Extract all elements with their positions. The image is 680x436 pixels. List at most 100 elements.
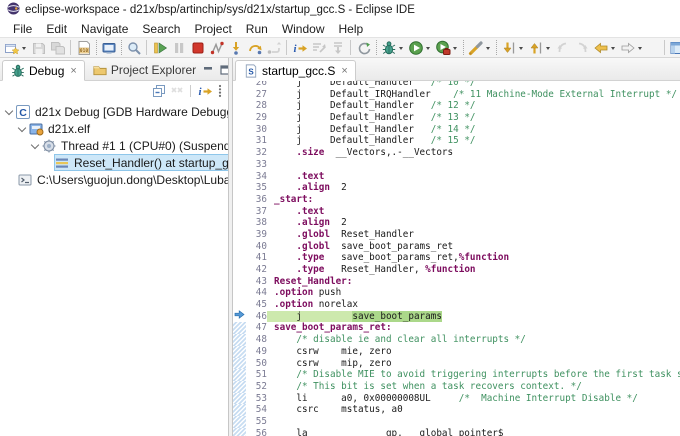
annotation-ruler[interactable] bbox=[233, 229, 246, 241]
code-text[interactable]: .globl save_boot_params_ret bbox=[267, 241, 453, 253]
annotation-ruler[interactable] bbox=[233, 404, 246, 416]
tree-item[interactable]: Reset_Handler() at startup_gcc.S: bbox=[0, 154, 228, 171]
code-line-36[interactable]: 36_start: bbox=[233, 194, 680, 206]
debug-perspective-button[interactable] bbox=[668, 38, 680, 57]
line-number[interactable]: 52 bbox=[246, 381, 267, 393]
code-text[interactable]: Reset_Handler: bbox=[267, 276, 352, 288]
resume-button[interactable] bbox=[150, 38, 169, 57]
annotation-ruler[interactable] bbox=[233, 252, 246, 264]
code-text[interactable]: .text bbox=[267, 206, 324, 218]
annotation-ruler[interactable] bbox=[233, 311, 246, 323]
code-area[interactable]: 26 j Default_Handler /* 10 */27 j Defaul… bbox=[233, 81, 680, 436]
line-number[interactable]: 29 bbox=[246, 112, 267, 124]
code-text[interactable]: _start: bbox=[267, 194, 313, 206]
line-number[interactable]: 37 bbox=[246, 206, 267, 218]
code-line-40[interactable]: 40 .globl save_boot_params_ret bbox=[233, 241, 680, 253]
expander-chevron-icon[interactable] bbox=[17, 123, 28, 134]
line-number[interactable]: 50 bbox=[246, 358, 267, 370]
tree-item[interactable]: Thread #1 1 (CPU#0) (Suspended : bbox=[0, 137, 228, 154]
annotation-ruler[interactable] bbox=[233, 334, 246, 346]
line-number[interactable]: 42 bbox=[246, 264, 267, 276]
maximize-button[interactable] bbox=[220, 65, 229, 75]
code-text[interactable]: csrc mstatus, a0 bbox=[267, 404, 403, 416]
code-text[interactable]: csrw mip, zero bbox=[267, 358, 392, 370]
line-number[interactable]: 48 bbox=[246, 334, 267, 346]
dropdown-arrow-icon[interactable] bbox=[426, 47, 430, 50]
tab-startup_gcc.S[interactable]: Sstartup_gcc.S× bbox=[235, 60, 356, 81]
code-line-39[interactable]: 39 .globl Reset_Handler bbox=[233, 229, 680, 241]
tab-project-explorer[interactable]: Project Explorer bbox=[85, 59, 203, 80]
code-line-37[interactable]: 37 .text bbox=[233, 206, 680, 218]
external-tools-button[interactable] bbox=[433, 38, 460, 57]
code-line-26[interactable]: 26 j Default_Handler /* 10 */ bbox=[233, 81, 680, 89]
code-text[interactable]: .text bbox=[267, 171, 324, 183]
collapse-all-button[interactable] bbox=[152, 84, 166, 98]
code-text[interactable]: .option norelax bbox=[267, 299, 358, 311]
code-line-45[interactable]: 45.option norelax bbox=[233, 299, 680, 311]
annotation-ruler[interactable] bbox=[233, 217, 246, 229]
annotation-ruler[interactable] bbox=[233, 182, 246, 194]
annotation-ruler[interactable] bbox=[233, 194, 246, 206]
line-number[interactable]: 34 bbox=[246, 171, 267, 183]
line-number[interactable]: 38 bbox=[246, 217, 267, 229]
menu-window[interactable]: Window bbox=[275, 22, 332, 36]
code-text[interactable]: .type save_boot_params_ret,%function bbox=[267, 252, 509, 264]
back-button[interactable] bbox=[591, 38, 618, 57]
line-number[interactable]: 45 bbox=[246, 299, 267, 311]
dropdown-arrow-icon[interactable] bbox=[519, 47, 523, 50]
dropdown-arrow-icon[interactable] bbox=[638, 47, 642, 50]
annotation-ruler[interactable] bbox=[233, 112, 246, 124]
annotation-ruler[interactable] bbox=[233, 264, 246, 276]
dropdown-arrow-icon[interactable] bbox=[399, 47, 403, 50]
tree-item[interactable]: d21x.elf bbox=[0, 120, 228, 137]
annotation-ruler[interactable] bbox=[233, 124, 246, 136]
tree-item[interactable]: Cd21x Debug [GDB Hardware Debugging] bbox=[0, 103, 228, 120]
step-into-button[interactable] bbox=[226, 38, 245, 57]
code-text[interactable]: li a0, 0x00000008UL /* Machine Interrupt… bbox=[267, 393, 638, 405]
line-number[interactable]: 27 bbox=[246, 89, 267, 101]
code-line-28[interactable]: 28 j Default_Handler /* 12 */ bbox=[233, 100, 680, 112]
code-text[interactable]: .globl Reset_Handler bbox=[267, 229, 414, 241]
annotation-ruler[interactable] bbox=[233, 89, 246, 101]
code-line-29[interactable]: 29 j Default_Handler /* 13 */ bbox=[233, 112, 680, 124]
annotation-ruler[interactable] bbox=[233, 393, 246, 405]
line-number[interactable]: 36 bbox=[246, 194, 267, 206]
search-button[interactable] bbox=[124, 38, 143, 57]
tree-item[interactable]: C:\Users\guojun.dong\Desktop\Luban bbox=[0, 171, 228, 188]
code-line-42[interactable]: 42 .type Reset_Handler, %function bbox=[233, 264, 680, 276]
code-text[interactable]: /* Disable MIE to avoid triggering inter… bbox=[267, 369, 680, 381]
menu-navigate[interactable]: Navigate bbox=[74, 22, 135, 36]
menu-search[interactable]: Search bbox=[135, 22, 187, 36]
code-line-56[interactable]: 56 la gp, __global_pointer$ bbox=[233, 428, 680, 436]
line-number[interactable]: 28 bbox=[246, 100, 267, 112]
annotation-ruler[interactable] bbox=[233, 276, 246, 288]
expander-chevron-icon[interactable] bbox=[4, 106, 15, 117]
code-text[interactable]: .size __Vectors,.-__Vectors bbox=[267, 147, 453, 159]
disconnect-button[interactable] bbox=[207, 38, 226, 57]
code-text[interactable]: j Default_Handler /* 15 */ bbox=[267, 135, 476, 147]
line-number[interactable]: 43 bbox=[246, 276, 267, 288]
code-line-53[interactable]: 53 li a0, 0x00000008UL /* Machine Interr… bbox=[233, 393, 680, 405]
code-text[interactable] bbox=[267, 416, 274, 428]
annotation-ruler[interactable] bbox=[233, 159, 246, 171]
terminate-button[interactable] bbox=[188, 38, 207, 57]
code-text[interactable]: .align 2 bbox=[267, 217, 347, 229]
code-text[interactable]: /* This bit is set when a task recovers … bbox=[267, 381, 582, 393]
code-text[interactable]: j Default_IRQHandler /* 11 Machine-Mode … bbox=[267, 89, 677, 101]
code-line-54[interactable]: 54 csrc mstatus, a0 bbox=[233, 404, 680, 416]
expander-chevron-icon[interactable] bbox=[30, 140, 41, 151]
annotation-ruler[interactable] bbox=[233, 322, 246, 334]
annotation-ruler[interactable] bbox=[233, 369, 246, 381]
annotation-ruler[interactable] bbox=[233, 171, 246, 183]
code-text[interactable]: .option push bbox=[267, 287, 341, 299]
instruction-stepping-button[interactable]: i bbox=[290, 38, 309, 57]
next-annotation-button[interactable] bbox=[499, 38, 526, 57]
new-button[interactable] bbox=[2, 38, 29, 57]
code-line-27[interactable]: 27 j Default_IRQHandler /* 11 Machine-Mo… bbox=[233, 89, 680, 101]
line-number[interactable]: 56 bbox=[246, 428, 267, 436]
code-line-38[interactable]: 38 .align 2 bbox=[233, 217, 680, 229]
code-text[interactable]: save_boot_params_ret: bbox=[267, 322, 392, 334]
code-line-48[interactable]: 48 /* disable ie and clear all interrupt… bbox=[233, 334, 680, 346]
run-button[interactable] bbox=[406, 38, 433, 57]
code-line-47[interactable]: 47save_boot_params_ret: bbox=[233, 322, 680, 334]
